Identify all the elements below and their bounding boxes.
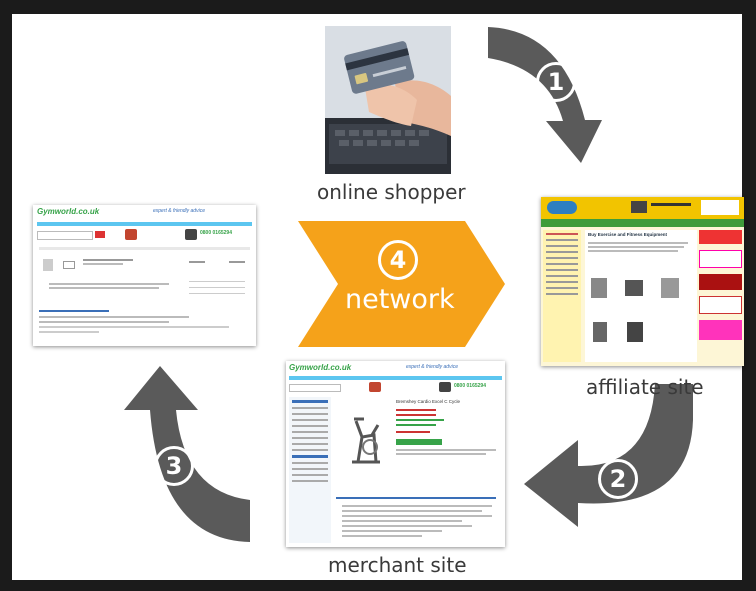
affiliate-heading: Buy Exercise and Fitness Equipment [588,232,668,237]
affiliate-main: Buy Exercise and Fitness Equipment [585,230,697,362]
step-4-number: 4 [389,246,407,274]
merchant-search-row: 0800 0165294 [289,382,502,395]
affiliate-right-ads [699,230,742,362]
network-label: network [345,284,455,315]
gymworld-tagline-merchant: expert & friendly advice [406,364,458,370]
affiliate-site-label: affiliate site [586,375,704,399]
exercise-bike-image [352,417,380,464]
merchant-product-title: Bremshey Cardio Excel C Cycle [396,399,461,404]
affiliate-nav [541,219,744,227]
merchant-product-area: Bremshey Cardio Excel C Cycle [334,397,502,543]
gymworld-logo-merchant: Gymworld.co.uk [289,363,352,372]
add-to-cart-button[interactable] [396,439,442,445]
merchant-site-label: merchant site [328,553,467,577]
merchant-site-screenshot: Gymworld.co.uk expert & friendly advice … [286,361,505,547]
online-shopper-label: online shopper [317,180,466,204]
gymworld-order-screenshot: Gymworld.co.uk expert & friendly advice … [33,205,256,346]
gymworld-phone-merchant: 0800 0165294 [454,383,486,389]
gymworld-nav-bar-left [37,222,252,226]
order-footer-left [39,310,250,340]
affiliate-header [541,197,744,219]
affiliate-sidebar [543,230,581,362]
gymworld-tagline-left: expert & friendly advice [153,208,205,214]
step-4-badge: 4 [378,240,418,280]
gymworld-header: Gymworld.co.uk expert & friendly advice [33,205,256,221]
gymworld-search-row-left: 0800 0165294 [37,229,252,243]
gymworld-logo-left: Gymworld.co.uk [37,207,100,216]
merchant-sidebar [289,397,331,543]
merchant-header: Gymworld.co.uk expert & friendly advice [286,361,505,375]
diagram-stage: 1 2 3 4 network online shopper affiliate… [0,0,756,591]
affiliate-site-screenshot: Buy Exercise and Fitness Equipment [541,197,744,366]
order-table-left [39,247,250,299]
gymworld-phone-left: 0800 0165294 [200,230,232,236]
merchant-nav-bar [289,376,502,380]
